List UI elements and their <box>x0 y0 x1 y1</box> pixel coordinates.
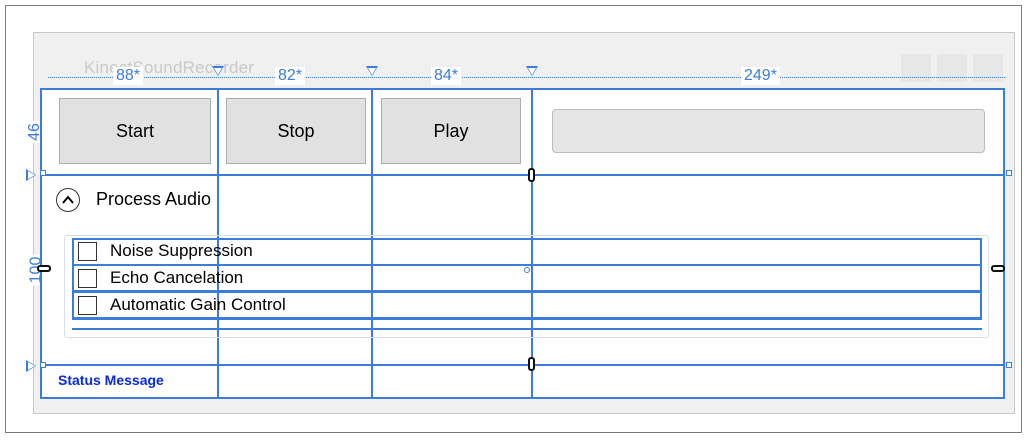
automatic-gain-control-checkbox[interactable] <box>78 296 97 315</box>
echo-cancelation-label: Echo Cancelation <box>110 268 244 287</box>
splitter-handle[interactable] <box>991 265 1005 272</box>
splitter-handle[interactable] <box>528 168 535 182</box>
audio-level-bar <box>552 109 985 153</box>
noise-suppression-label: Noise Suppression <box>110 241 253 260</box>
stop-button[interactable]: Stop <box>226 98 366 164</box>
play-button[interactable]: Play <box>381 98 521 164</box>
noise-suppression-checkbox[interactable] <box>78 242 97 261</box>
column-width-label-4[interactable]: 249* <box>741 67 780 85</box>
status-message: Status Message <box>58 372 164 388</box>
echo-cancelation-checkbox[interactable] <box>78 269 97 288</box>
column-width-label-2[interactable]: 82* <box>275 67 306 85</box>
resize-handle[interactable] <box>40 170 46 176</box>
window-title: KinectSoundRecorder <box>84 58 255 77</box>
grid-row-divider <box>40 364 1005 366</box>
splitter-handle[interactable] <box>528 357 535 371</box>
grid-line-right <box>1003 88 1005 399</box>
grid-row-divider <box>40 174 1005 176</box>
row-splitter-marker[interactable] <box>26 169 36 181</box>
grid-line-left <box>40 88 42 399</box>
automatic-gain-control-label: Automatic Gain Control <box>110 295 286 314</box>
column-splitter-marker[interactable] <box>212 66 224 76</box>
row-splitter-marker[interactable] <box>26 360 36 372</box>
start-button[interactable]: Start <box>59 98 211 164</box>
chevron-up-icon[interactable] <box>56 188 80 212</box>
column-width-label-1[interactable]: 88* <box>113 67 144 85</box>
grid-line-top <box>40 88 1005 90</box>
resize-handle[interactable] <box>40 362 46 368</box>
option-row-divider <box>72 328 982 330</box>
expander-header[interactable]: Process Audio <box>96 189 211 210</box>
column-splitter-marker[interactable] <box>526 66 538 76</box>
option-row-divider <box>72 318 982 320</box>
splitter-handle[interactable] <box>37 265 51 272</box>
resize-handle[interactable] <box>1006 170 1012 176</box>
grid-line-bottom <box>40 397 1005 399</box>
resize-handle[interactable] <box>1006 362 1012 368</box>
column-width-label-3[interactable]: 84* <box>431 67 462 85</box>
column-guide <box>48 77 1005 78</box>
anchor-point[interactable] <box>524 267 530 273</box>
column-splitter-marker[interactable] <box>366 66 378 76</box>
